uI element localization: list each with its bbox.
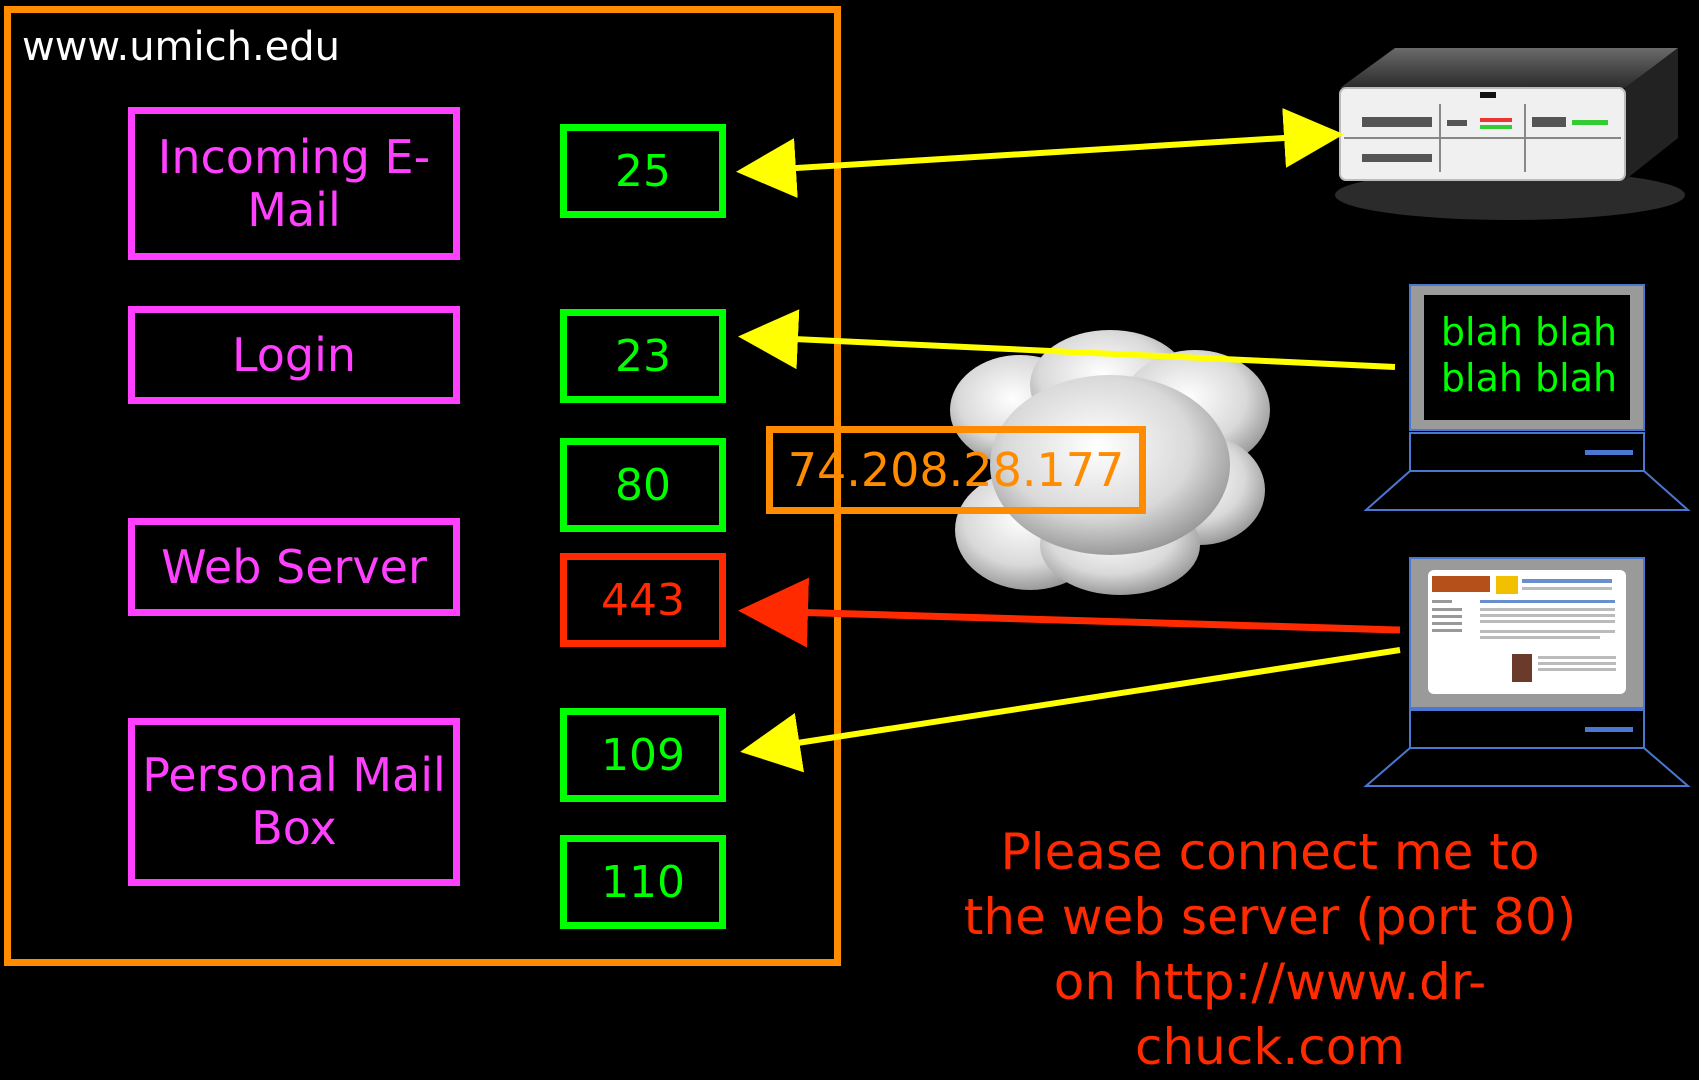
ip-address-label: 74.208.28.177: [766, 426, 1146, 514]
browser-laptop-icon: [1363, 557, 1691, 787]
terminal-screen-text: blah blah blah blah: [1440, 310, 1618, 400]
arrow-browser-to-port-109: [740, 647, 1401, 773]
router-icon: [1335, 48, 1685, 220]
arrow-browser-to-port-443: [738, 577, 1401, 648]
arrow-router-to-port-25: [736, 108, 1344, 198]
request-caption: Please connect me to the web server (por…: [963, 823, 1577, 1076]
